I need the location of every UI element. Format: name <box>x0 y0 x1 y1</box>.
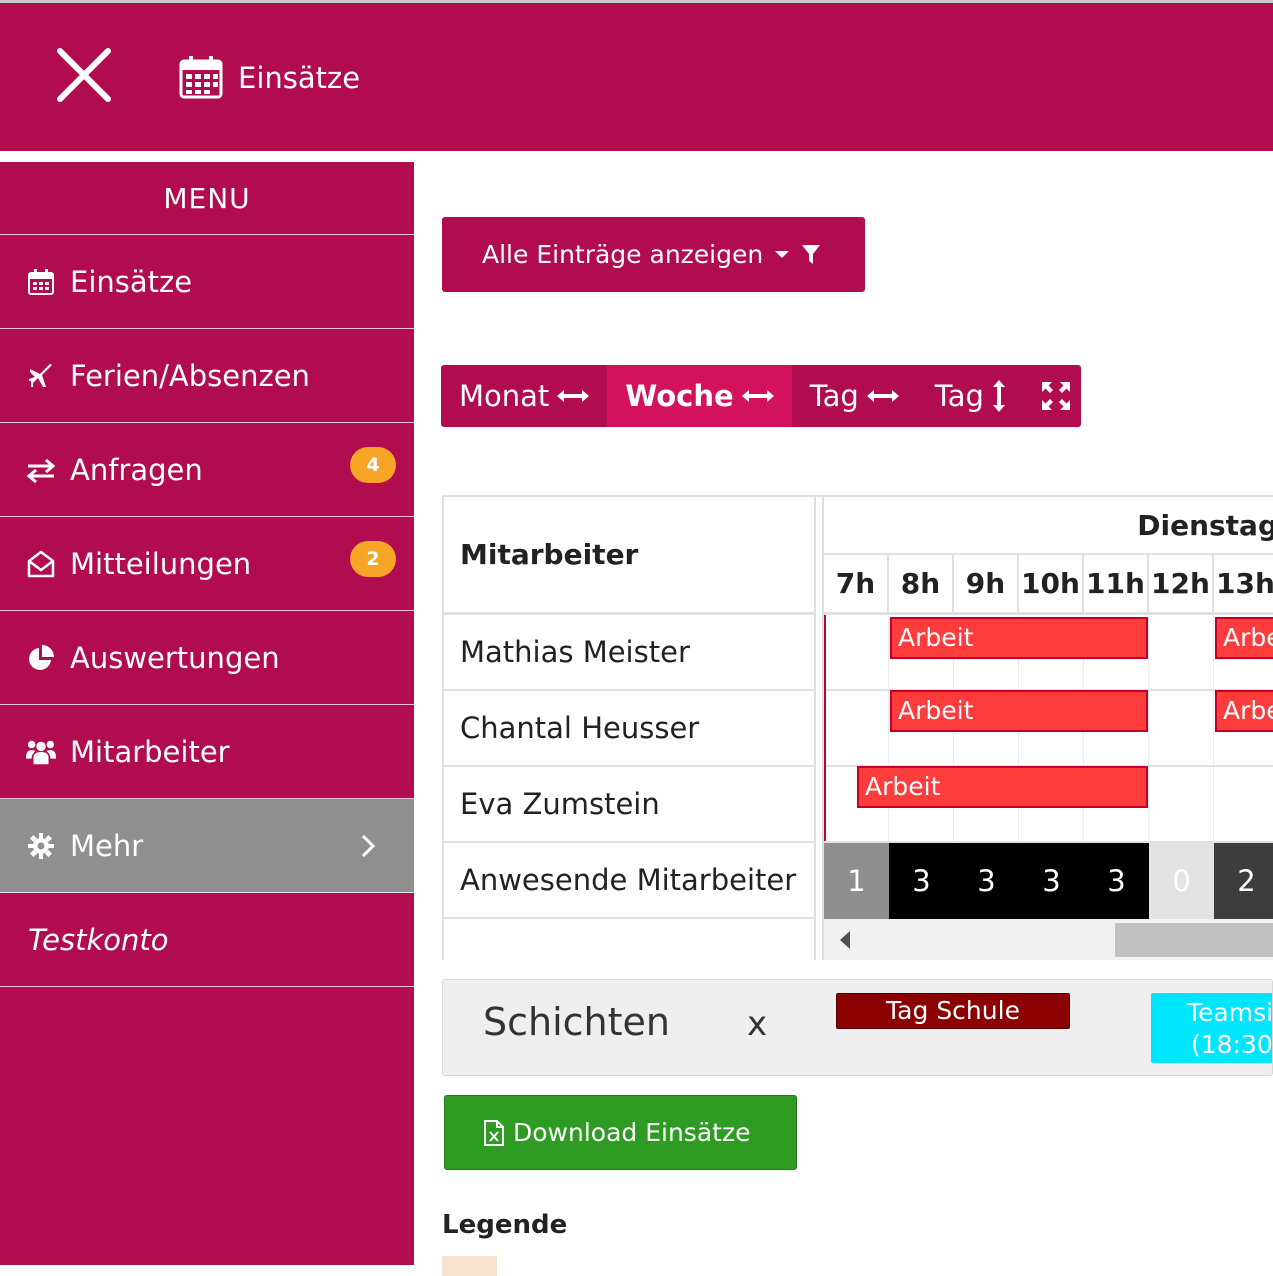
filter-icon <box>802 244 821 264</box>
calendar-icon <box>26 267 56 297</box>
empty-cell <box>444 919 816 960</box>
day-header: Dienstag <box>824 497 1273 555</box>
exchange-icon <box>26 455 56 485</box>
hour-header: 8h <box>889 555 954 615</box>
view-label: Tag <box>809 379 859 413</box>
hour-header: 11h <box>1084 555 1149 615</box>
employee-row-name[interactable]: Eva Zumstein <box>444 767 816 843</box>
sidebar-item-label: Mitarbeiter <box>70 734 230 769</box>
attendance-count: 1 <box>824 843 889 919</box>
calendar-icon <box>179 56 223 99</box>
filter-dropdown-button[interactable]: Alle Einträge anzeigen <box>442 217 865 292</box>
download-einsaetze-button[interactable]: Download Einsätze <box>444 1095 797 1170</box>
hour-header: 7h <box>824 555 889 615</box>
shift-block[interactable]: Arbeit <box>1215 690 1273 732</box>
menu-heading: MENU <box>0 162 414 235</box>
attendance-count: 3 <box>1019 843 1084 919</box>
sidebar-item-label: Mehr <box>70 828 144 863</box>
messages-badge: 2 <box>350 541 396 577</box>
attendance-count: 2 <box>1214 843 1273 919</box>
attendance-count: 3 <box>889 843 954 919</box>
excel-file-icon <box>484 1119 504 1146</box>
hour-header: 13h <box>1214 555 1273 615</box>
hour-header: 12h <box>1149 555 1214 615</box>
plane-icon <box>26 361 56 391</box>
attendance-row-label: Anwesende Mitarbeiter <box>444 843 816 919</box>
shift-chip-line: Teamsi <box>1187 998 1273 1027</box>
schedule-grid: Mitarbeiter Mathias Meister Chantal Heus… <box>442 495 1273 960</box>
scrollbar-thumb[interactable] <box>1115 923 1273 957</box>
top-bar: Einsätze <box>0 0 1273 151</box>
fullscreen-button[interactable] <box>1016 365 1088 427</box>
attendance-count: 0 <box>1149 843 1214 919</box>
arrows-horizontal-icon <box>741 390 774 402</box>
sidebar-item-mehr[interactable]: Mehr <box>0 799 414 893</box>
time-cell[interactable] <box>824 691 889 767</box>
scroll-left-icon[interactable] <box>840 931 850 949</box>
view-day-vertical-button[interactable]: Tag <box>917 365 1016 427</box>
hour-header: 10h <box>1019 555 1084 615</box>
view-label: Monat <box>459 379 550 413</box>
sidebar-item-label: Einsätze <box>70 264 193 299</box>
page-title: Einsätze <box>238 61 361 95</box>
shift-block[interactable]: Arbeit <box>890 690 1148 732</box>
gear-icon <box>26 831 56 861</box>
requests-badge: 4 <box>350 447 396 483</box>
sidebar-item-einsaetze[interactable]: Einsätze <box>0 235 414 329</box>
filter-label: Alle Einträge anzeigen <box>482 240 764 269</box>
sidebar-item-mitteilungen[interactable]: Mitteilungen 2 <box>0 517 414 611</box>
shifts-panel: Schichten x Tag Schule Teamsi (18:30-2 <box>442 979 1273 1076</box>
view-day-horizontal-button[interactable]: Tag <box>792 365 917 427</box>
users-icon <box>26 737 56 767</box>
sidebar-item-ferien-absenzen[interactable]: Ferien/Absenzen <box>0 329 414 423</box>
arrows-horizontal-icon <box>557 390 590 402</box>
time-cell[interactable] <box>824 615 889 691</box>
time-cell[interactable] <box>1149 615 1214 691</box>
time-cell[interactable] <box>1149 767 1214 843</box>
shift-block[interactable]: Arbeit <box>890 617 1148 659</box>
employee-row-name[interactable]: Mathias Meister <box>444 615 816 691</box>
view-label: Woche <box>625 379 734 413</box>
shifts-title: Schichten <box>483 1000 670 1044</box>
sidebar-item-label: Auswertungen <box>70 640 280 675</box>
employee-row-name[interactable]: Chantal Heusser <box>444 691 816 767</box>
sidebar-item-anfragen[interactable]: Anfragen 4 <box>0 423 414 517</box>
hour-header: 9h <box>954 555 1019 615</box>
time-cell[interactable] <box>1149 691 1214 767</box>
download-label: Download Einsätze <box>513 1118 751 1147</box>
envelope-open-icon <box>26 549 56 579</box>
view-month-button[interactable]: Monat <box>441 365 607 427</box>
shift-chip-teamsitzung[interactable]: Teamsi (18:30-2 <box>1151 993 1273 1063</box>
caret-down-icon <box>775 251 790 258</box>
shift-block[interactable]: Arbeit <box>1215 617 1273 659</box>
view-label: Tag <box>934 379 984 413</box>
employee-column-header: Mitarbeiter <box>444 497 816 615</box>
sidebar-item-mitarbeiter[interactable]: Mitarbeiter <box>0 705 414 799</box>
attendance-count: 3 <box>954 843 1019 919</box>
expand-icon <box>1041 382 1070 410</box>
account-name[interactable]: Testkonto <box>0 893 414 987</box>
column-separator <box>816 497 824 960</box>
clear-shift-filter-button[interactable]: x <box>747 1004 767 1044</box>
view-week-button[interactable]: Woche <box>607 365 792 427</box>
close-icon[interactable] <box>52 43 116 107</box>
view-switcher: Monat Woche Tag Tag <box>441 365 1081 427</box>
pie-chart-icon <box>26 643 56 673</box>
shift-chip-tag-schule[interactable]: Tag Schule <box>836 993 1070 1029</box>
sidebar: MENU Einsätze Ferien/Absenzen Anfragen 4… <box>0 162 414 1265</box>
sidebar-item-auswertungen[interactable]: Auswertungen <box>0 611 414 705</box>
legend-title: Legende <box>442 1210 568 1240</box>
arrows-vertical-icon <box>992 380 1005 412</box>
shift-block[interactable]: Arbeit <box>857 766 1148 808</box>
shift-chip-line: (18:30-2 <box>1191 1030 1273 1059</box>
chevron-right-icon <box>361 834 376 858</box>
sidebar-item-label: Ferien/Absenzen <box>70 358 310 393</box>
current-time-line <box>824 615 826 841</box>
legend-swatch <box>442 1256 497 1276</box>
attendance-count: 3 <box>1084 843 1149 919</box>
arrows-horizontal-icon <box>866 390 899 402</box>
time-cell[interactable] <box>1214 767 1273 843</box>
sidebar-item-label: Mitteilungen <box>70 546 252 581</box>
sidebar-item-label: Anfragen <box>70 452 203 487</box>
